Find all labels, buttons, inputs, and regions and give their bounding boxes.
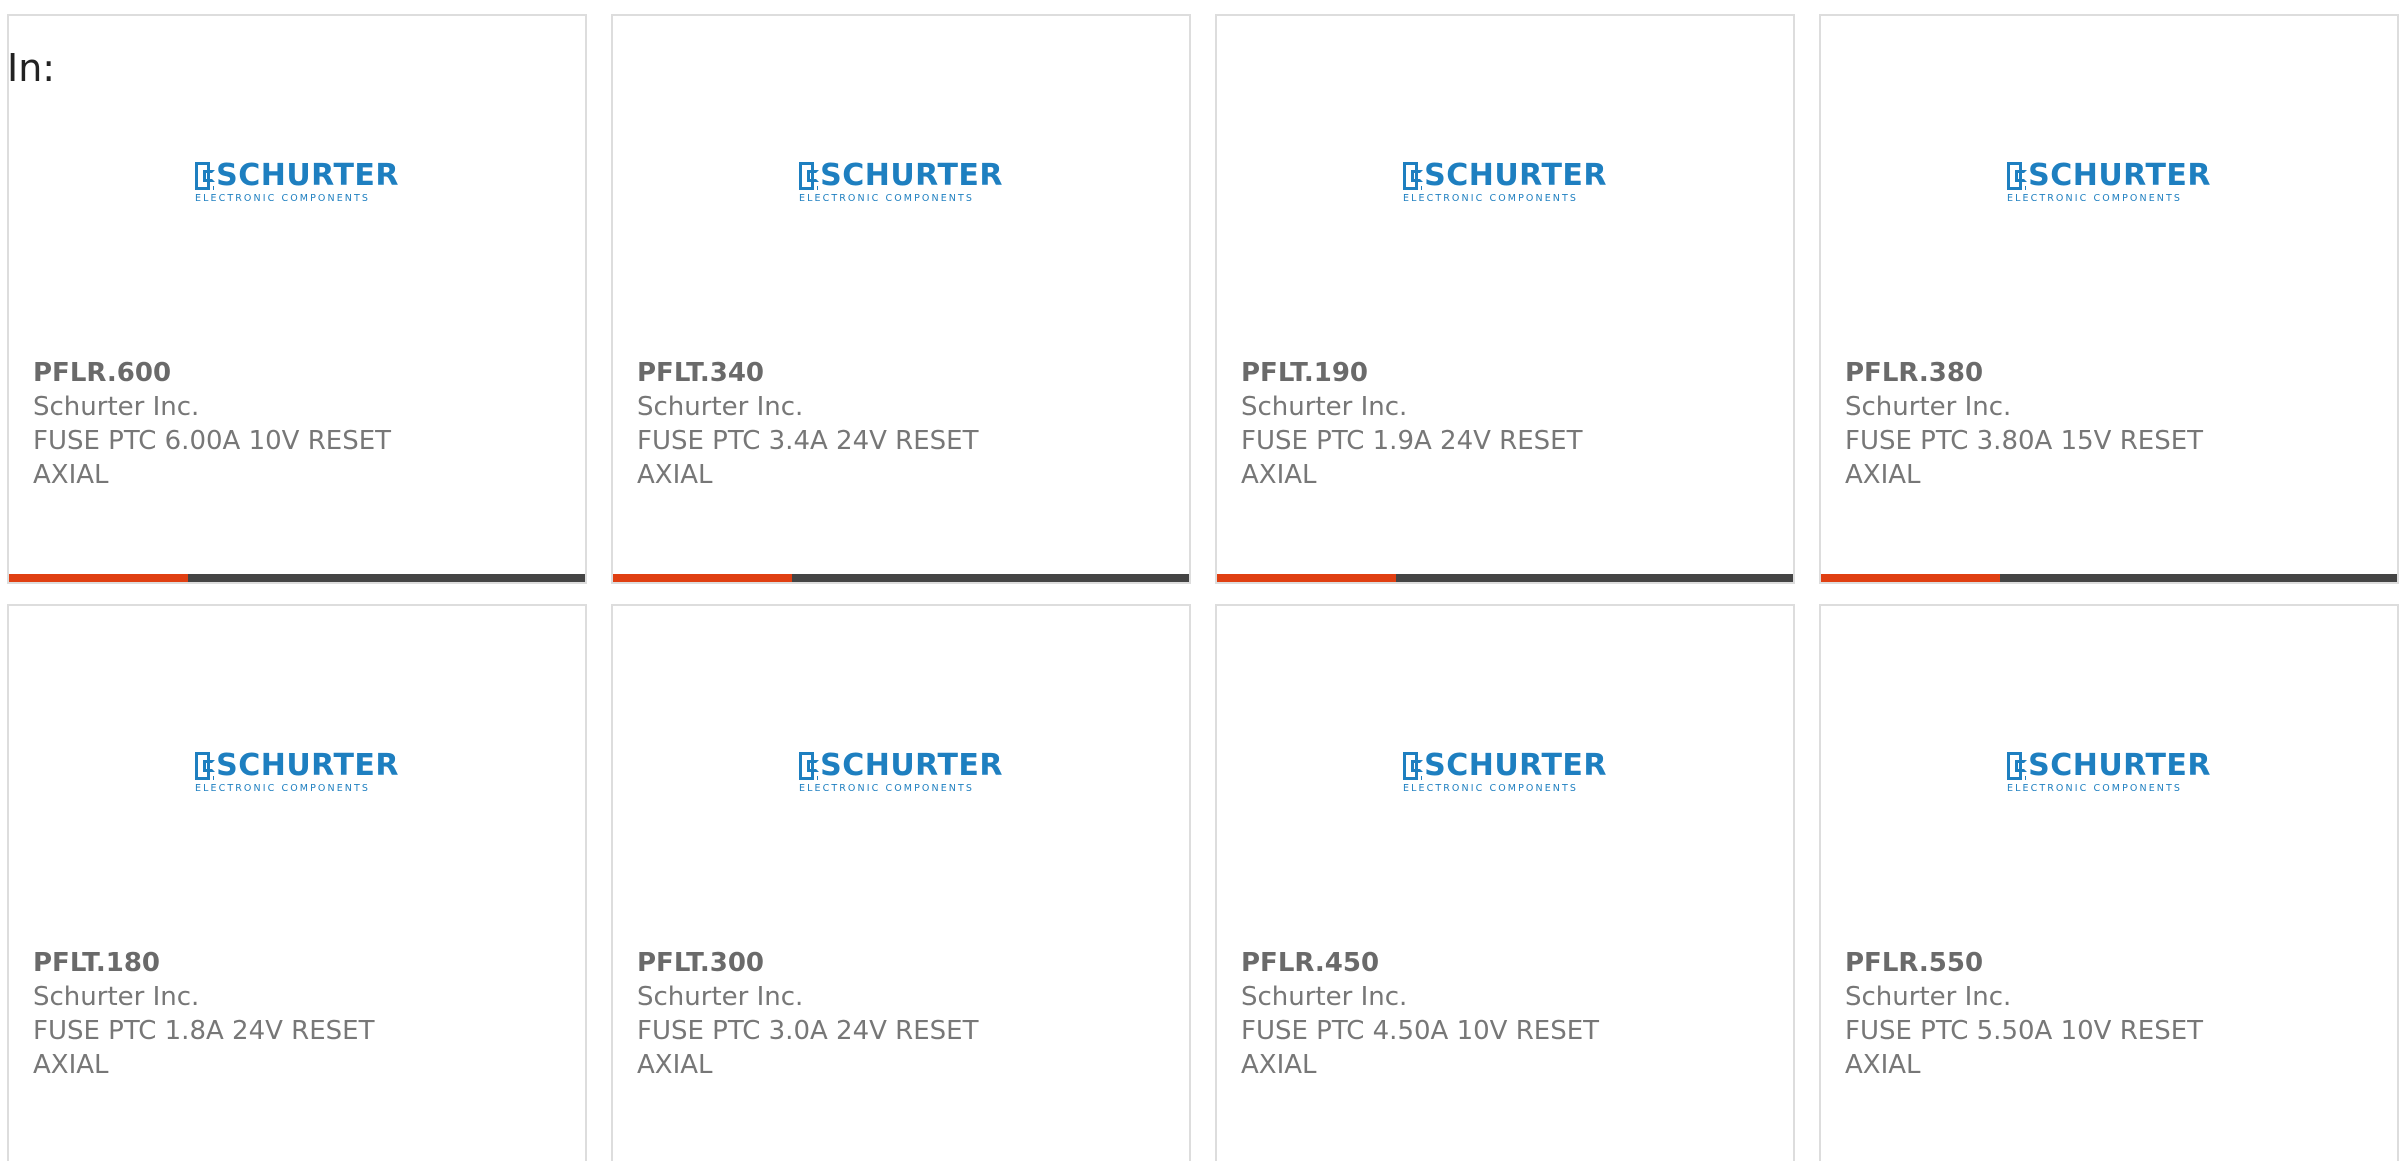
product-card[interactable]: SCHURTER ELECTRONIC COMPONENTS PFLT.180 … bbox=[7, 604, 587, 1161]
logo-tagline: ELECTRONIC COMPONENTS bbox=[799, 783, 975, 794]
schurter-s-mark-icon bbox=[1403, 752, 1423, 780]
part-number[interactable]: PFLR.380 bbox=[1845, 356, 2225, 390]
schurter-s-mark-icon bbox=[799, 162, 819, 190]
logo-name: SCHURTER bbox=[820, 748, 1003, 783]
part-number[interactable]: PFLR.550 bbox=[1845, 946, 2225, 980]
card-progress-fill bbox=[9, 574, 188, 582]
card-progress-fill bbox=[1217, 574, 1396, 582]
product-results-page: SCHURTER ELECTRONIC COMPONENTS PFLR.600 … bbox=[0, 0, 2400, 1161]
manufacturer-name: Schurter Inc. bbox=[1845, 392, 2012, 422]
product-description: FUSE PTC 3.80A 15V RESET AXIAL bbox=[1845, 426, 2204, 490]
manufacturer-name: Schurter Inc. bbox=[637, 392, 804, 422]
product-info: PFLT.190 Schurter Inc. FUSE PTC 1.9A 24V… bbox=[1241, 356, 1621, 492]
logo-tagline: ELECTRONIC COMPONENTS bbox=[2007, 783, 2183, 794]
logo-tagline: ELECTRONIC COMPONENTS bbox=[1403, 783, 1579, 794]
product-description: FUSE PTC 3.0A 24V RESET AXIAL bbox=[637, 1016, 979, 1080]
part-number[interactable]: PFLR.600 bbox=[33, 356, 413, 390]
product-card[interactable]: SCHURTER ELECTRONIC COMPONENTS PFLT.300 … bbox=[611, 604, 1191, 1161]
part-number[interactable]: PFLT.340 bbox=[637, 356, 1017, 390]
schurter-logo: SCHURTER ELECTRONIC COMPONENTS bbox=[799, 748, 1003, 795]
product-description: FUSE PTC 4.50A 10V RESET AXIAL bbox=[1241, 1016, 1600, 1080]
product-card[interactable]: SCHURTER ELECTRONIC COMPONENTS PFLR.450 … bbox=[1215, 604, 1795, 1161]
card-progress-bar bbox=[1217, 574, 1793, 582]
product-grid: SCHURTER ELECTRONIC COMPONENTS PFLR.600 … bbox=[7, 14, 2399, 1161]
product-description: FUSE PTC 1.9A 24V RESET AXIAL bbox=[1241, 426, 1583, 490]
manufacturer-name: Schurter Inc. bbox=[33, 392, 200, 422]
logo-tagline: ELECTRONIC COMPONENTS bbox=[1403, 193, 1579, 204]
schurter-s-mark-icon bbox=[2007, 752, 2027, 780]
schurter-s-mark-icon bbox=[195, 162, 215, 190]
schurter-logo: SCHURTER ELECTRONIC COMPONENTS bbox=[1403, 748, 1607, 795]
product-card[interactable]: SCHURTER ELECTRONIC COMPONENTS PFLR.600 … bbox=[7, 14, 587, 584]
schurter-logo: SCHURTER ELECTRONIC COMPONENTS bbox=[195, 158, 399, 205]
product-card[interactable]: SCHURTER ELECTRONIC COMPONENTS PFLR.550 … bbox=[1819, 604, 2399, 1161]
logo-tagline: ELECTRONIC COMPONENTS bbox=[2007, 193, 2183, 204]
product-info: PFLR.600 Schurter Inc. FUSE PTC 6.00A 10… bbox=[33, 356, 413, 492]
part-number[interactable]: PFLT.300 bbox=[637, 946, 1017, 980]
manufacturer-name: Schurter Inc. bbox=[33, 982, 200, 1012]
schurter-logo: SCHURTER ELECTRONIC COMPONENTS bbox=[2007, 748, 2211, 795]
card-progress-bar bbox=[9, 574, 585, 582]
product-description: FUSE PTC 1.8A 24V RESET AXIAL bbox=[33, 1016, 375, 1080]
card-progress-fill bbox=[1821, 574, 2000, 582]
logo-tagline: ELECTRONIC COMPONENTS bbox=[195, 193, 371, 204]
manufacturer-name: Schurter Inc. bbox=[1241, 982, 1408, 1012]
manufacturer-name: Schurter Inc. bbox=[1845, 982, 2012, 1012]
schurter-s-mark-icon bbox=[799, 752, 819, 780]
schurter-logo: SCHURTER ELECTRONIC COMPONENTS bbox=[1403, 158, 1607, 205]
logo-name: SCHURTER bbox=[216, 158, 399, 193]
product-info: PFLR.380 Schurter Inc. FUSE PTC 3.80A 15… bbox=[1845, 356, 2225, 492]
card-progress-fill bbox=[613, 574, 792, 582]
product-card[interactable]: SCHURTER ELECTRONIC COMPONENTS PFLT.340 … bbox=[611, 14, 1191, 584]
logo-tagline: ELECTRONIC COMPONENTS bbox=[195, 783, 371, 794]
schurter-s-mark-icon bbox=[195, 752, 215, 780]
schurter-s-mark-icon bbox=[1403, 162, 1423, 190]
manufacturer-name: Schurter Inc. bbox=[637, 982, 804, 1012]
product-description: FUSE PTC 6.00A 10V RESET AXIAL bbox=[33, 426, 392, 490]
in-label: In: bbox=[7, 46, 56, 90]
schurter-s-mark-icon bbox=[2007, 162, 2027, 190]
schurter-logo: SCHURTER ELECTRONIC COMPONENTS bbox=[195, 748, 399, 795]
schurter-logo: SCHURTER ELECTRONIC COMPONENTS bbox=[2007, 158, 2211, 205]
logo-tagline: ELECTRONIC COMPONENTS bbox=[799, 193, 975, 204]
product-info: PFLT.180 Schurter Inc. FUSE PTC 1.8A 24V… bbox=[33, 946, 413, 1082]
card-progress-bar bbox=[613, 574, 1189, 582]
product-info: PFLT.300 Schurter Inc. FUSE PTC 3.0A 24V… bbox=[637, 946, 1017, 1082]
product-description: FUSE PTC 5.50A 10V RESET AXIAL bbox=[1845, 1016, 2204, 1080]
part-number[interactable]: PFLR.450 bbox=[1241, 946, 1621, 980]
part-number[interactable]: PFLT.190 bbox=[1241, 356, 1621, 390]
product-card[interactable]: SCHURTER ELECTRONIC COMPONENTS PFLR.380 … bbox=[1819, 14, 2399, 584]
logo-name: SCHURTER bbox=[820, 158, 1003, 193]
manufacturer-name: Schurter Inc. bbox=[1241, 392, 1408, 422]
product-card[interactable]: SCHURTER ELECTRONIC COMPONENTS PFLT.190 … bbox=[1215, 14, 1795, 584]
logo-name: SCHURTER bbox=[1424, 158, 1607, 193]
logo-name: SCHURTER bbox=[216, 748, 399, 783]
product-description: FUSE PTC 3.4A 24V RESET AXIAL bbox=[637, 426, 979, 490]
card-progress-bar bbox=[1821, 574, 2397, 582]
part-number[interactable]: PFLT.180 bbox=[33, 946, 413, 980]
logo-name: SCHURTER bbox=[2028, 158, 2211, 193]
schurter-logo: SCHURTER ELECTRONIC COMPONENTS bbox=[799, 158, 1003, 205]
product-info: PFLR.450 Schurter Inc. FUSE PTC 4.50A 10… bbox=[1241, 946, 1621, 1082]
logo-name: SCHURTER bbox=[2028, 748, 2211, 783]
product-info: PFLR.550 Schurter Inc. FUSE PTC 5.50A 10… bbox=[1845, 946, 2225, 1082]
logo-name: SCHURTER bbox=[1424, 748, 1607, 783]
product-info: PFLT.340 Schurter Inc. FUSE PTC 3.4A 24V… bbox=[637, 356, 1017, 492]
